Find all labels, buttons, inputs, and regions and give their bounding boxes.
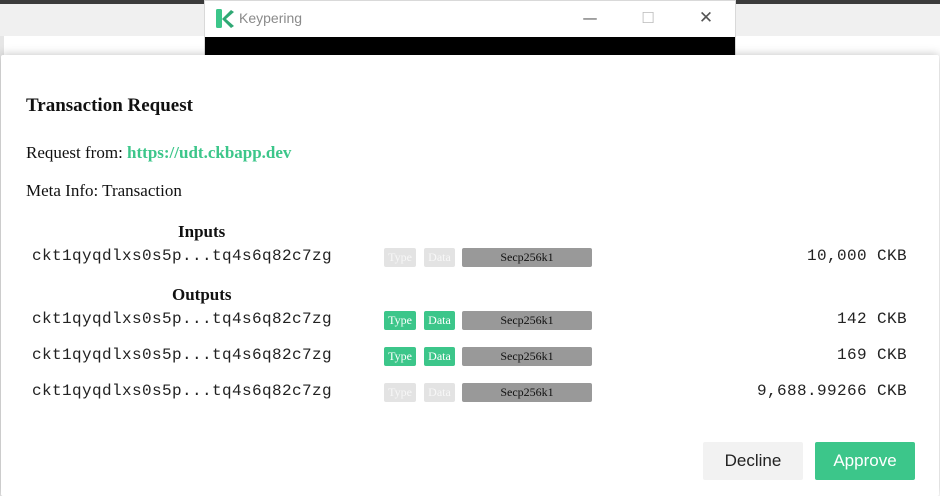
output-amount: 9,688.99266 CKB [756,382,907,400]
lock-script-tag: Secp256k1 [462,383,592,402]
lock-script-tag: Secp256k1 [462,248,592,267]
output-row: ckt1qyqdlxs0s5p...tq4s6q82c7zg Type Data… [1,382,939,404]
transaction-request-dialog: Transaction Request Request from: https:… [1,55,939,496]
input-address: ckt1qyqdlxs0s5p...tq4s6q82c7zg [32,247,333,265]
request-from-label: Request from: [26,143,123,162]
type-tag: Type [384,248,416,267]
window-title: Keypering [239,10,303,26]
output-amount: 169 CKB [836,346,907,364]
data-tag: Data [424,383,455,402]
output-amount: 142 CKB [836,310,907,328]
lock-script-tag: Secp256k1 [462,311,592,330]
output-address: ckt1qyqdlxs0s5p...tq4s6q82c7zg [32,346,333,364]
minimize-icon[interactable]: — [575,7,605,29]
type-tag: Type [384,311,416,330]
type-tag: Type [384,383,416,402]
output-address: ckt1qyqdlxs0s5p...tq4s6q82c7zg [32,382,333,400]
window-titlebar[interactable]: Keypering — ☐ ✕ [205,1,735,37]
outputs-heading: Outputs [172,285,232,304]
inputs-heading: Inputs [178,222,226,241]
approve-button[interactable]: Approve [815,442,915,480]
close-icon[interactable]: ✕ [691,7,721,29]
input-row: ckt1qyqdlxs0s5p...tq4s6q82c7zg Type Data… [1,247,939,269]
output-row: ckt1qyqdlxs0s5p...tq4s6q82c7zg Type Data… [1,346,939,368]
dialog-title: Transaction Request [26,95,193,116]
maximize-icon[interactable]: ☐ [633,7,663,29]
lock-script-tag: Secp256k1 [462,347,592,366]
data-tag: Data [424,347,455,366]
keypering-logo-icon [216,9,234,28]
meta-info: Meta Info: Transaction [26,181,182,200]
input-amount: 10,000 CKB [806,247,907,265]
type-tag: Type [384,347,416,366]
data-tag: Data [424,248,455,267]
keypering-window: Keypering — ☐ ✕ [204,0,736,57]
output-row: ckt1qyqdlxs0s5p...tq4s6q82c7zg Type Data… [1,310,939,332]
decline-button[interactable]: Decline [703,442,803,480]
request-from: Request from: https://udt.ckbapp.dev [26,143,291,163]
window-content [205,37,735,57]
output-address: ckt1qyqdlxs0s5p...tq4s6q82c7zg [32,310,333,328]
request-from-url: https://udt.ckbapp.dev [127,143,292,162]
data-tag: Data [424,311,455,330]
